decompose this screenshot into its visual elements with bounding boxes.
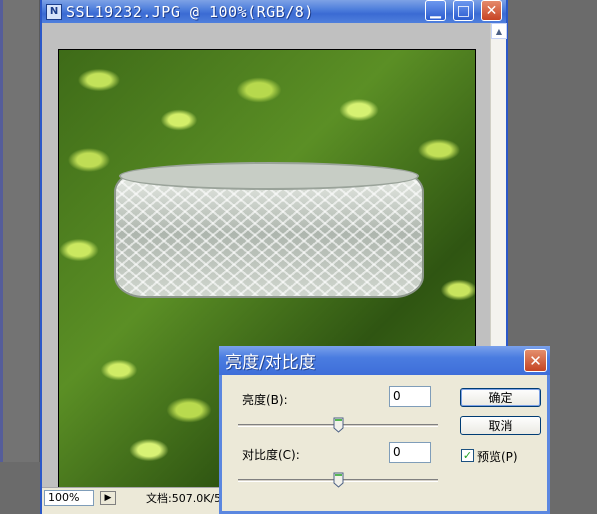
brightness-slider-thumb[interactable] bbox=[333, 417, 344, 433]
document-icon: N bbox=[46, 3, 62, 20]
document-size-info: 文档:507.0K/5 bbox=[146, 491, 222, 505]
dialog-titlebar[interactable]: 亮度/对比度 ✕ bbox=[219, 346, 550, 375]
scroll-up-arrow-icon[interactable]: ▲ bbox=[491, 23, 507, 39]
cancel-button[interactable]: 取消 bbox=[460, 416, 541, 435]
contrast-label: 对比度(C): bbox=[242, 448, 300, 462]
close-window-button[interactable]: ✕ bbox=[481, 0, 502, 21]
brightness-contrast-dialog: 亮度/对比度 ✕ 亮度(B): 0 对比度(C): 0 确定 取消 ✓ 预览(P… bbox=[219, 346, 550, 514]
dialog-close-button[interactable]: ✕ bbox=[524, 349, 547, 372]
minimize-button[interactable]: ▁ bbox=[425, 0, 446, 21]
ok-button[interactable]: 确定 bbox=[460, 388, 541, 407]
brightness-input[interactable]: 0 bbox=[389, 386, 431, 407]
maximize-button[interactable]: □ bbox=[453, 0, 474, 21]
zoom-field[interactable]: 100% bbox=[44, 489, 94, 506]
document-titlebar[interactable]: N SSL19232.JPG @ 100%(RGB/8) ▁ □ ✕ bbox=[42, 0, 506, 23]
contrast-input[interactable]: 0 bbox=[389, 442, 431, 463]
bracelet-rim bbox=[119, 162, 419, 190]
preview-checkbox[interactable]: ✓ bbox=[461, 449, 474, 462]
left-accent-border bbox=[0, 0, 3, 462]
contrast-slider-thumb[interactable] bbox=[333, 472, 344, 488]
brightness-label: 亮度(B): bbox=[242, 393, 288, 407]
dialog-title: 亮度/对比度 bbox=[225, 353, 316, 373]
document-title: SSL19232.JPG @ 100%(RGB/8) bbox=[66, 2, 314, 21]
preview-label: 预览(P) bbox=[477, 450, 518, 464]
status-arrow-icon[interactable]: ▶ bbox=[100, 490, 116, 505]
workspace-left-strip bbox=[0, 0, 40, 462]
